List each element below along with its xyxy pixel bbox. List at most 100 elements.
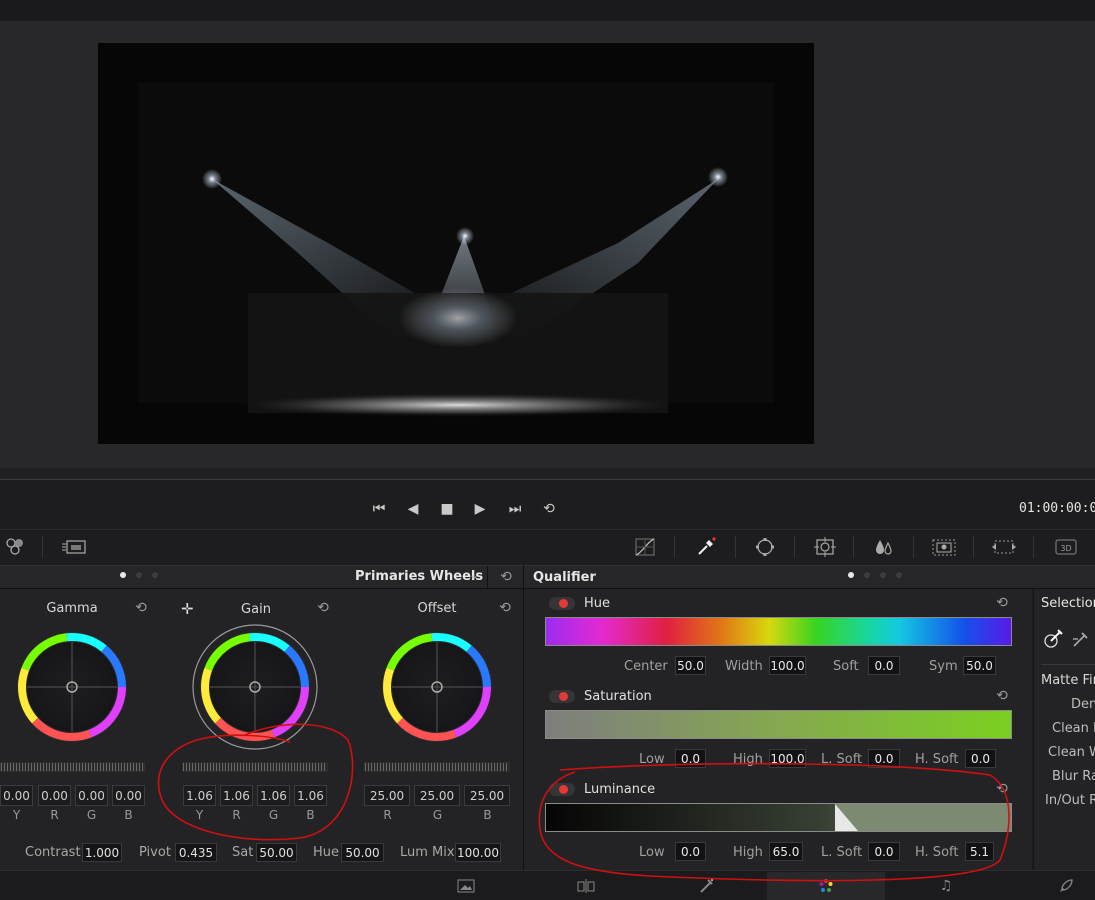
- chevron-down-icon[interactable]: ⌄: [469, 568, 479, 582]
- deliver-page-icon[interactable]: [1007, 872, 1095, 900]
- key-icon[interactable]: [931, 535, 957, 559]
- luminance-reset-icon[interactable]: ⟲: [994, 781, 1010, 797]
- hue-range-bar[interactable]: [545, 617, 1012, 646]
- luminance-hsoft-field[interactable]: 5.1: [965, 842, 994, 861]
- fusion-page-icon[interactable]: [647, 872, 765, 900]
- panel-divider: [523, 565, 524, 870]
- gamma-g-value[interactable]: 0.00: [75, 785, 108, 806]
- gain-reset-icon[interactable]: ⟲: [315, 600, 331, 616]
- blur-icon[interactable]: [871, 535, 897, 559]
- play-button[interactable]: ▶: [468, 498, 492, 520]
- qualifier-picker-icon[interactable]: [693, 535, 719, 559]
- gain-r-label: R: [232, 808, 241, 822]
- gain-wheel[interactable]: [192, 624, 318, 750]
- gamma-reset-icon[interactable]: ⟲: [133, 600, 149, 616]
- gamma-g-label: G: [86, 808, 97, 822]
- saturation-hsoft-field[interactable]: 0.0: [965, 749, 996, 768]
- media-page-icon[interactable]: [407, 872, 525, 900]
- offset-b-value[interactable]: 25.00: [464, 785, 510, 806]
- header-separator: [487, 566, 488, 588]
- gain-master-ruler[interactable]: [182, 762, 328, 772]
- toolbar-separator: [794, 536, 795, 558]
- luminance-low-label: Low: [639, 845, 665, 860]
- hue-label: Hue: [584, 596, 611, 611]
- gamma-wheel-title: Gamma: [46, 601, 98, 616]
- gamma-wheel[interactable]: [17, 632, 127, 742]
- edit-page-icon[interactable]: [527, 872, 645, 900]
- skip-to-start-button[interactable]: ⏮: [367, 498, 391, 520]
- previous-frame-button[interactable]: ◀: [401, 498, 425, 520]
- reset-all-icon[interactable]: ⟲: [498, 569, 514, 585]
- matte-item-label: In/Out R: [1045, 793, 1095, 808]
- luminance-enable-toggle[interactable]: [549, 783, 575, 796]
- sat-field[interactable]: 50.00: [256, 843, 297, 862]
- saturation-reset-icon[interactable]: ⟲: [994, 688, 1010, 704]
- toolbar-separator: [973, 536, 974, 558]
- luminance-high-label: High: [733, 845, 763, 860]
- matte-finesse-title: Matte Fin: [1041, 673, 1095, 688]
- gamma-y-value[interactable]: 0.00: [0, 785, 33, 806]
- luminance-low-field[interactable]: 0.0: [675, 842, 706, 861]
- viewer-scrubber[interactable]: [0, 468, 1095, 480]
- lum-mix-field[interactable]: 100.00: [455, 843, 501, 862]
- fairlight-page-icon[interactable]: ♫: [887, 872, 1005, 900]
- luminance-range-bar[interactable]: [545, 803, 1012, 832]
- luminance-lsoft-field[interactable]: 0.0: [868, 842, 900, 861]
- offset-wheel[interactable]: [382, 632, 492, 742]
- gamma-b-value[interactable]: 0.00: [112, 785, 145, 806]
- hue-soft-field[interactable]: 0.0: [868, 656, 900, 675]
- offset-r-value[interactable]: 25.00: [364, 785, 410, 806]
- offset-reset-icon[interactable]: ⟲: [497, 600, 513, 616]
- hue-center-field[interactable]: 50.0: [675, 656, 706, 675]
- contrast-field[interactable]: 1.000: [82, 843, 122, 862]
- window-icon[interactable]: [752, 535, 778, 559]
- gamma-master-ruler[interactable]: [0, 762, 145, 772]
- viewer-frame[interactable]: [98, 43, 814, 444]
- gamma-r-label: R: [50, 808, 59, 822]
- gamma-r-value[interactable]: 0.00: [38, 785, 71, 806]
- gain-b-value[interactable]: 1.06: [294, 785, 327, 806]
- offset-g-value[interactable]: 25.00: [414, 785, 460, 806]
- gain-y-value[interactable]: 1.06: [183, 785, 216, 806]
- primaries-mode-title[interactable]: Primaries Wheels: [355, 569, 483, 584]
- luminance-lsoft-label: L. Soft: [821, 845, 863, 860]
- loop-button[interactable]: ⟲: [537, 498, 561, 520]
- pivot-field[interactable]: 0.435: [175, 843, 217, 862]
- offset-master-ruler[interactable]: [364, 762, 510, 772]
- curves-icon[interactable]: [632, 535, 658, 559]
- timecode-display: 01:00:00:0: [1019, 501, 1095, 516]
- hue-reset-icon[interactable]: ⟲: [994, 595, 1010, 611]
- picker-plus-icon[interactable]: [1043, 627, 1065, 649]
- luminance-high-field[interactable]: 65.0: [769, 842, 803, 861]
- luminance-hsoft-label: H. Soft: [915, 845, 959, 860]
- skip-to-end-button[interactable]: ⏭: [503, 498, 527, 520]
- saturation-lsoft-label: L. Soft: [821, 752, 863, 767]
- saturation-lsoft-field[interactable]: 0.0: [868, 749, 900, 768]
- node-icon[interactable]: [2, 535, 28, 559]
- gain-r-value[interactable]: 1.06: [220, 785, 253, 806]
- saturation-range-bar[interactable]: [545, 710, 1012, 739]
- hue-field[interactable]: 50.00: [341, 843, 384, 862]
- stop-button[interactable]: ■: [435, 498, 459, 520]
- hue-sym-label: Sym: [929, 659, 958, 674]
- saturation-enable-toggle[interactable]: [549, 690, 575, 703]
- effects-icon[interactable]: [61, 535, 87, 559]
- 3d-icon[interactable]: 3D: [1053, 535, 1079, 559]
- hue-enable-toggle[interactable]: [549, 597, 575, 610]
- tracker-icon[interactable]: [812, 535, 838, 559]
- page-dots[interactable]: [120, 572, 158, 578]
- saturation-high-field[interactable]: 100.0: [769, 749, 806, 768]
- hue-sym-field[interactable]: 50.0: [963, 656, 996, 675]
- picker-minus-icon[interactable]: [1071, 629, 1091, 649]
- color-page-icon[interactable]: [767, 872, 885, 900]
- sizing-icon[interactable]: [991, 535, 1017, 559]
- hue-width-field[interactable]: 100.0: [769, 656, 806, 675]
- saturation-low-field[interactable]: 0.0: [675, 749, 706, 768]
- offset-g-label: G: [432, 808, 443, 822]
- svg-text:3D: 3D: [1060, 544, 1071, 553]
- selection-title: Selection: [1041, 596, 1095, 611]
- page-dots[interactable]: [848, 572, 902, 578]
- gain-b-label: B: [306, 808, 315, 822]
- gain-g-value[interactable]: 1.06: [257, 785, 290, 806]
- hue-center-label: Center: [624, 659, 668, 674]
